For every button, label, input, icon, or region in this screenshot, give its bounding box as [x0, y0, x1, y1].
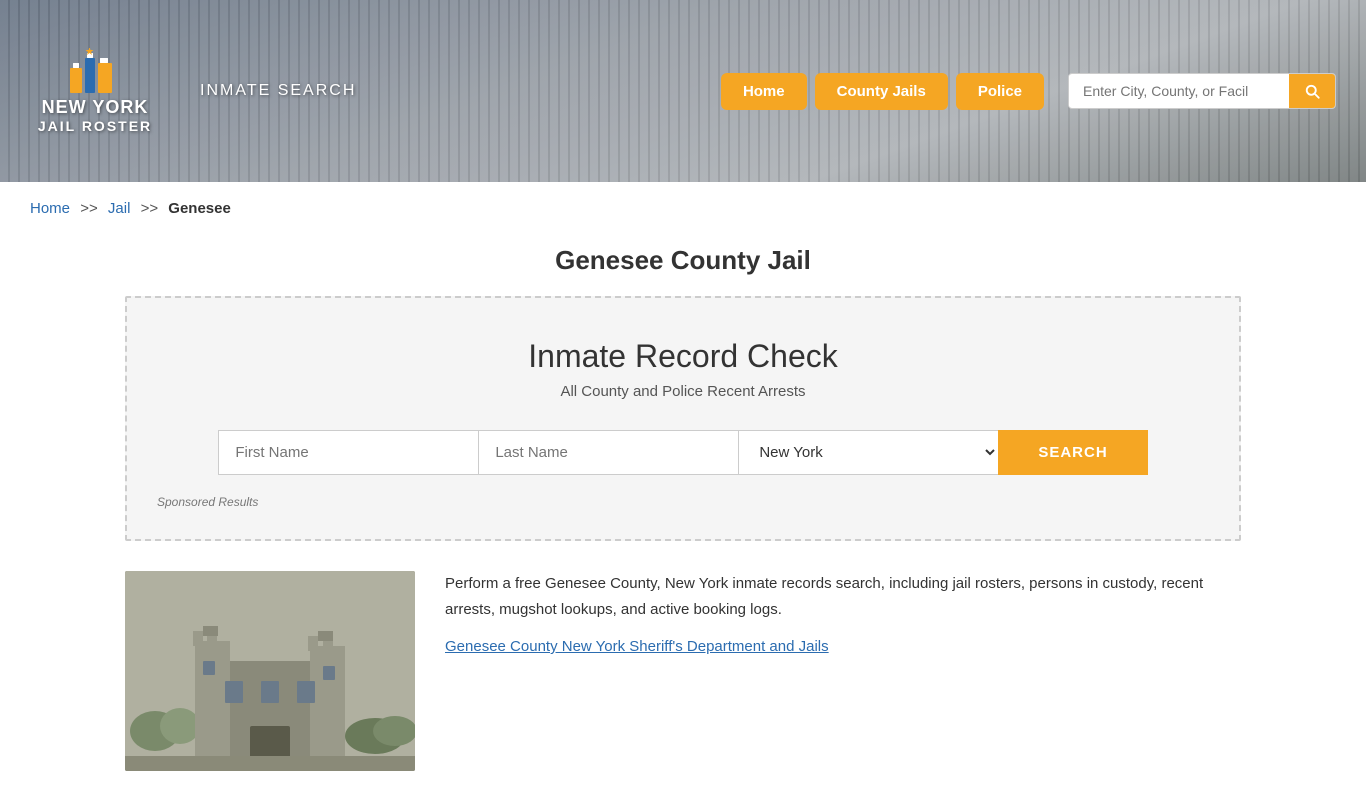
breadcrumb-sep2: >> [141, 200, 159, 217]
breadcrumb-current: Genesee [168, 200, 231, 217]
site-header: NEW YORK JAIL ROSTER INMATE SEARCH Home … [0, 0, 1366, 182]
nav-county-jails-button[interactable]: County Jails [815, 73, 948, 110]
search-section-title: Inmate Record Check [157, 338, 1209, 375]
sheriff-dept-link[interactable]: Genesee County New York Sheriff's Depart… [445, 638, 829, 655]
search-button[interactable]: SEARCH [998, 430, 1147, 475]
header-search-bar[interactable] [1068, 73, 1336, 109]
last-name-input[interactable] [478, 430, 738, 475]
breadcrumb-jail-link[interactable]: Jail [108, 200, 131, 217]
content-text: Perform a free Genesee County, New York … [445, 571, 1241, 672]
inmate-search-label: INMATE SEARCH [200, 82, 356, 100]
nav-home-button[interactable]: Home [721, 73, 807, 110]
page-title: Genesee County Jail [0, 245, 1366, 276]
content-paragraph-2-label: Genesee County New York Sheriff's Depart… [445, 634, 1241, 660]
nav-police-button[interactable]: Police [956, 73, 1044, 110]
logo-text-sub: JAIL ROSTER [38, 118, 152, 134]
search-section-subtitle: All County and Police Recent Arrests [157, 383, 1209, 400]
state-select[interactable]: New YorkAlabamaAlaskaArizonaArkansasCali… [738, 430, 998, 475]
jail-image [125, 571, 415, 771]
breadcrumb-home-link[interactable]: Home [30, 200, 70, 217]
content-paragraph-1: Perform a free Genesee County, New York … [445, 571, 1241, 622]
header-search-button[interactable] [1289, 74, 1335, 108]
header-search-input[interactable] [1069, 75, 1289, 107]
sponsored-label: Sponsored Results [157, 495, 1209, 509]
breadcrumb: Home >> Jail >> Genesee [0, 182, 1366, 235]
logo-text-main: NEW YORK [42, 98, 149, 118]
logo-icon [65, 48, 125, 98]
first-name-input[interactable] [218, 430, 478, 475]
content-section: Perform a free Genesee County, New York … [0, 541, 1366, 791]
nav-area: Home County Jails Police [721, 73, 1336, 110]
logo-area[interactable]: NEW YORK JAIL ROSTER [30, 48, 160, 134]
breadcrumb-sep1: >> [80, 200, 98, 217]
search-form-row: New YorkAlabamaAlaskaArizonaArkansasCali… [157, 430, 1209, 475]
inmate-search-section: Inmate Record Check All County and Polic… [125, 296, 1241, 541]
